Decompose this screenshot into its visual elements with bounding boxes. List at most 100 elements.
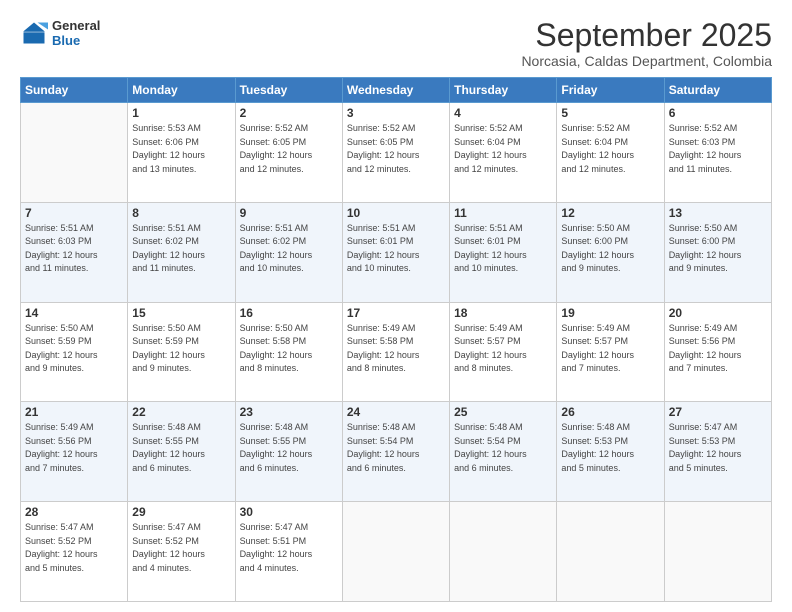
calendar-day-cell	[557, 502, 664, 602]
calendar-header-cell: Sunday	[21, 78, 128, 103]
day-info: Sunrise: 5:50 AM Sunset: 5:58 PM Dayligh…	[240, 322, 338, 376]
calendar-day-cell: 8 Sunrise: 5:51 AM Sunset: 6:02 PM Daylig…	[128, 202, 235, 302]
calendar-day-cell	[21, 103, 128, 203]
day-info: Sunrise: 5:50 AM Sunset: 5:59 PM Dayligh…	[25, 322, 123, 376]
day-number: 27	[669, 405, 767, 419]
day-number: 20	[669, 306, 767, 320]
day-info: Sunrise: 5:51 AM Sunset: 6:01 PM Dayligh…	[454, 222, 552, 276]
day-info: Sunrise: 5:49 AM Sunset: 5:57 PM Dayligh…	[561, 322, 659, 376]
day-info: Sunrise: 5:51 AM Sunset: 6:02 PM Dayligh…	[240, 222, 338, 276]
day-info: Sunrise: 5:52 AM Sunset: 6:04 PM Dayligh…	[454, 122, 552, 176]
calendar-header-cell: Monday	[128, 78, 235, 103]
day-info: Sunrise: 5:48 AM Sunset: 5:54 PM Dayligh…	[454, 421, 552, 475]
calendar-day-cell	[664, 502, 771, 602]
header: General Blue September 2025 Norcasia, Ca…	[20, 18, 772, 69]
calendar-day-cell: 17 Sunrise: 5:49 AM Sunset: 5:58 PM Dayli…	[342, 302, 449, 402]
calendar-day-cell: 28Sunrise: 5:47 AM Sunset: 5:52 PM Dayli…	[21, 502, 128, 602]
day-info: Sunrise: 5:47 AM Sunset: 5:51 PM Dayligh…	[240, 521, 338, 575]
calendar-table: SundayMondayTuesdayWednesdayThursdayFrid…	[20, 77, 772, 602]
calendar-week-row: 7 Sunrise: 5:51 AM Sunset: 6:03 PM Daylig…	[21, 202, 772, 302]
calendar-day-cell: 10Sunrise: 5:51 AM Sunset: 6:01 PM Dayli…	[342, 202, 449, 302]
calendar-day-cell: 29 Sunrise: 5:47 AM Sunset: 5:52 PM Dayli…	[128, 502, 235, 602]
calendar-day-cell: 20 Sunrise: 5:49 AM Sunset: 5:56 PM Dayli…	[664, 302, 771, 402]
day-info: Sunrise: 5:50 AM Sunset: 6:00 PM Dayligh…	[669, 222, 767, 276]
subtitle: Norcasia, Caldas Department, Colombia	[521, 53, 772, 69]
day-info: Sunrise: 5:51 AM Sunset: 6:01 PM Dayligh…	[347, 222, 445, 276]
day-info: Sunrise: 5:48 AM Sunset: 5:54 PM Dayligh…	[347, 421, 445, 475]
calendar-header-cell: Thursday	[450, 78, 557, 103]
day-info: Sunrise: 5:49 AM Sunset: 5:57 PM Dayligh…	[454, 322, 552, 376]
calendar-day-cell: 22 Sunrise: 5:48 AM Sunset: 5:55 PM Dayli…	[128, 402, 235, 502]
day-number: 18	[454, 306, 552, 320]
day-number: 12	[561, 206, 659, 220]
calendar-day-cell	[450, 502, 557, 602]
calendar-day-cell: 18 Sunrise: 5:49 AM Sunset: 5:57 PM Dayli…	[450, 302, 557, 402]
day-info: Sunrise: 5:50 AM Sunset: 6:00 PM Dayligh…	[561, 222, 659, 276]
day-number: 5	[561, 106, 659, 120]
day-number: 3	[347, 106, 445, 120]
calendar-day-cell	[342, 502, 449, 602]
calendar-header-cell: Wednesday	[342, 78, 449, 103]
day-number: 22	[132, 405, 230, 419]
day-number: 26	[561, 405, 659, 419]
day-info: Sunrise: 5:47 AM Sunset: 5:52 PM Dayligh…	[132, 521, 230, 575]
day-number: 8	[132, 206, 230, 220]
calendar-week-row: 21Sunrise: 5:49 AM Sunset: 5:56 PM Dayli…	[21, 402, 772, 502]
calendar-day-cell: 1 Sunrise: 5:53 AM Sunset: 6:06 PM Daylig…	[128, 103, 235, 203]
day-number: 2	[240, 106, 338, 120]
calendar-header-cell: Saturday	[664, 78, 771, 103]
day-info: Sunrise: 5:49 AM Sunset: 5:56 PM Dayligh…	[669, 322, 767, 376]
logo-icon	[20, 19, 48, 47]
day-info: Sunrise: 5:48 AM Sunset: 5:55 PM Dayligh…	[132, 421, 230, 475]
day-info: Sunrise: 5:52 AM Sunset: 6:05 PM Dayligh…	[347, 122, 445, 176]
calendar-header-cell: Friday	[557, 78, 664, 103]
day-number: 25	[454, 405, 552, 419]
calendar-day-cell: 26Sunrise: 5:48 AM Sunset: 5:53 PM Dayli…	[557, 402, 664, 502]
day-number: 21	[25, 405, 123, 419]
calendar-day-cell: 9 Sunrise: 5:51 AM Sunset: 6:02 PM Daylig…	[235, 202, 342, 302]
day-number: 14	[25, 306, 123, 320]
day-number: 4	[454, 106, 552, 120]
day-number: 29	[132, 505, 230, 519]
main-title: September 2025	[521, 18, 772, 53]
calendar-day-cell: 24Sunrise: 5:48 AM Sunset: 5:54 PM Dayli…	[342, 402, 449, 502]
day-info: Sunrise: 5:52 AM Sunset: 6:04 PM Dayligh…	[561, 122, 659, 176]
day-number: 23	[240, 405, 338, 419]
day-number: 1	[132, 106, 230, 120]
day-info: Sunrise: 5:51 AM Sunset: 6:02 PM Dayligh…	[132, 222, 230, 276]
calendar-header-cell: Tuesday	[235, 78, 342, 103]
day-info: Sunrise: 5:48 AM Sunset: 5:55 PM Dayligh…	[240, 421, 338, 475]
logo-text: General Blue	[52, 18, 100, 48]
page: General Blue September 2025 Norcasia, Ca…	[0, 0, 792, 612]
title-section: September 2025 Norcasia, Caldas Departme…	[521, 18, 772, 69]
day-info: Sunrise: 5:52 AM Sunset: 6:05 PM Dayligh…	[240, 122, 338, 176]
day-number: 6	[669, 106, 767, 120]
calendar-day-cell: 30 Sunrise: 5:47 AM Sunset: 5:51 PM Dayli…	[235, 502, 342, 602]
calendar-day-cell: 21Sunrise: 5:49 AM Sunset: 5:56 PM Dayli…	[21, 402, 128, 502]
calendar-day-cell: 27Sunrise: 5:47 AM Sunset: 5:53 PM Dayli…	[664, 402, 771, 502]
calendar-day-cell: 15 Sunrise: 5:50 AM Sunset: 5:59 PM Dayli…	[128, 302, 235, 402]
day-number: 15	[132, 306, 230, 320]
calendar-day-cell: 4 Sunrise: 5:52 AM Sunset: 6:04 PM Daylig…	[450, 103, 557, 203]
calendar-day-cell: 19Sunrise: 5:49 AM Sunset: 5:57 PM Dayli…	[557, 302, 664, 402]
calendar-day-cell: 2 Sunrise: 5:52 AM Sunset: 6:05 PM Daylig…	[235, 103, 342, 203]
logo: General Blue	[20, 18, 100, 48]
day-number: 16	[240, 306, 338, 320]
day-number: 17	[347, 306, 445, 320]
calendar-week-row: 14 Sunrise: 5:50 AM Sunset: 5:59 PM Dayli…	[21, 302, 772, 402]
calendar-day-cell: 11Sunrise: 5:51 AM Sunset: 6:01 PM Dayli…	[450, 202, 557, 302]
day-number: 7	[25, 206, 123, 220]
calendar-day-cell: 14 Sunrise: 5:50 AM Sunset: 5:59 PM Dayli…	[21, 302, 128, 402]
calendar-day-cell: 5 Sunrise: 5:52 AM Sunset: 6:04 PM Daylig…	[557, 103, 664, 203]
calendar-week-row: 28Sunrise: 5:47 AM Sunset: 5:52 PM Dayli…	[21, 502, 772, 602]
calendar-day-cell: 23 Sunrise: 5:48 AM Sunset: 5:55 PM Dayli…	[235, 402, 342, 502]
day-info: Sunrise: 5:52 AM Sunset: 6:03 PM Dayligh…	[669, 122, 767, 176]
calendar-day-cell: 25 Sunrise: 5:48 AM Sunset: 5:54 PM Dayli…	[450, 402, 557, 502]
day-info: Sunrise: 5:50 AM Sunset: 5:59 PM Dayligh…	[132, 322, 230, 376]
calendar-week-row: 1 Sunrise: 5:53 AM Sunset: 6:06 PM Daylig…	[21, 103, 772, 203]
day-info: Sunrise: 5:49 AM Sunset: 5:58 PM Dayligh…	[347, 322, 445, 376]
day-number: 30	[240, 505, 338, 519]
day-number: 9	[240, 206, 338, 220]
day-info: Sunrise: 5:51 AM Sunset: 6:03 PM Dayligh…	[25, 222, 123, 276]
day-info: Sunrise: 5:53 AM Sunset: 6:06 PM Dayligh…	[132, 122, 230, 176]
